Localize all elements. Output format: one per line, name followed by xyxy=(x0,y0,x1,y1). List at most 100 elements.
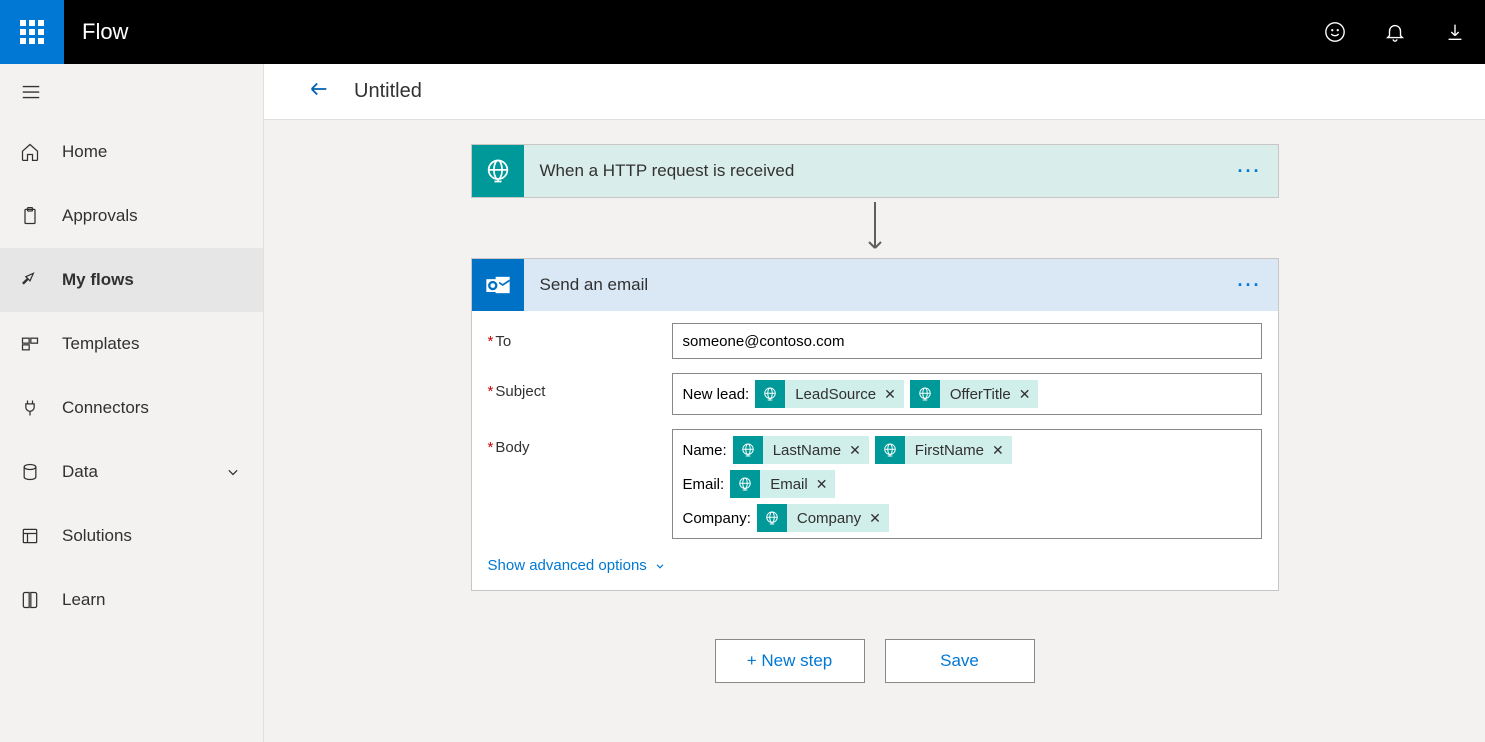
arrow-left-icon xyxy=(308,78,330,100)
to-input[interactable]: someone@contoso.com xyxy=(672,323,1262,359)
book-icon xyxy=(20,590,40,610)
sidebar-item-data[interactable]: Data xyxy=(0,440,263,504)
token-remove[interactable]: ✕ xyxy=(849,442,869,459)
body-input[interactable]: Name:LastName✕FirstName✕Email:Email✕Comp… xyxy=(672,429,1262,539)
dynamic-token[interactable]: OfferTitle✕ xyxy=(910,380,1039,408)
action-card[interactable]: Send an email ··· *To someone@contoso.co… xyxy=(471,258,1279,591)
outlook-icon xyxy=(472,259,524,311)
download-icon xyxy=(1444,21,1466,43)
token-label: LastName xyxy=(763,442,849,459)
templates-icon xyxy=(20,334,40,354)
action-title: Send an email xyxy=(524,275,649,295)
chevron-down-icon xyxy=(653,559,667,573)
token-remove[interactable]: ✕ xyxy=(884,386,904,403)
trigger-title: When a HTTP request is received xyxy=(524,161,795,181)
token-label: LeadSource xyxy=(785,386,884,403)
to-value: someone@contoso.com xyxy=(683,333,845,350)
footer-buttons: + New step Save xyxy=(280,639,1469,683)
sidebar-item-label: Connectors xyxy=(62,398,149,418)
token-label: FirstName xyxy=(905,442,992,459)
sidebar-item-label: Data xyxy=(62,462,98,482)
designer-canvas: When a HTTP request is received ··· Send… xyxy=(264,120,1485,742)
clipboard-icon xyxy=(20,206,40,226)
sidebar-item-label: Home xyxy=(62,142,107,162)
trigger-card[interactable]: When a HTTP request is received ··· xyxy=(471,144,1279,198)
save-button[interactable]: Save xyxy=(885,639,1035,683)
title-bar: Untitled xyxy=(264,64,1485,120)
hamburger-icon xyxy=(20,81,42,103)
dynamic-token[interactable]: Email✕ xyxy=(730,470,835,498)
action-card-header[interactable]: Send an email ··· xyxy=(472,259,1278,311)
token-label: OfferTitle xyxy=(940,386,1019,403)
sidebar-item-connectors[interactable]: Connectors xyxy=(0,376,263,440)
trigger-card-header[interactable]: When a HTTP request is received ··· xyxy=(472,145,1278,197)
body-line-prefix: Company: xyxy=(683,510,751,527)
flow-title[interactable]: Untitled xyxy=(354,80,422,103)
sidebar-item-my-flows[interactable]: My flows xyxy=(0,248,263,312)
action-form: *To someone@contoso.com *Subject New lea… xyxy=(472,311,1278,590)
chevron-down-icon xyxy=(223,462,243,482)
show-advanced-link[interactable]: Show advanced options xyxy=(488,553,667,582)
top-bar: Flow xyxy=(0,0,1485,64)
token-remove[interactable]: ✕ xyxy=(816,476,836,493)
subject-input[interactable]: New lead: LeadSource✕OfferTitle✕ xyxy=(672,373,1262,415)
back-button[interactable] xyxy=(308,78,330,105)
globe-icon xyxy=(730,470,760,498)
subject-prefix: New lead: xyxy=(683,386,750,403)
field-body: *Body Name:LastName✕FirstName✕Email:Emai… xyxy=(488,429,1262,539)
sidebar-item-solutions[interactable]: Solutions xyxy=(0,504,263,568)
main-area: Untitled When a HTTP request is received… xyxy=(264,64,1485,742)
body-line: Email: Email✕ xyxy=(683,470,836,498)
brand-title: Flow xyxy=(64,19,128,45)
field-to: *To someone@contoso.com xyxy=(488,323,1262,359)
body-line-prefix: Email: xyxy=(683,476,725,493)
http-icon xyxy=(472,145,524,197)
token-label: Email xyxy=(760,476,816,493)
globe-icon xyxy=(875,436,905,464)
download-button[interactable] xyxy=(1425,0,1485,64)
dynamic-token[interactable]: Company✕ xyxy=(757,504,889,532)
sidebar-item-templates[interactable]: Templates xyxy=(0,312,263,376)
connector-arrow xyxy=(280,198,1469,258)
smiley-icon xyxy=(1324,21,1346,43)
sidebar-item-label: Learn xyxy=(62,590,105,610)
body-line: Company: Company✕ xyxy=(683,504,889,532)
to-label: To xyxy=(495,333,511,350)
sidebar-toggle[interactable] xyxy=(0,64,263,120)
sidebar-item-label: My flows xyxy=(62,270,134,290)
action-menu-button[interactable]: ··· xyxy=(1238,275,1262,296)
plug-icon xyxy=(20,398,40,418)
sidebar-item-label: Templates xyxy=(62,334,139,354)
dynamic-token[interactable]: LeadSource✕ xyxy=(755,380,904,408)
field-subject: *Subject New lead: LeadSource✕OfferTitle… xyxy=(488,373,1262,415)
globe-icon xyxy=(733,436,763,464)
app-launcher-button[interactable] xyxy=(0,0,64,64)
sidebar: Home Approvals My flows Templates Connec… xyxy=(0,64,264,742)
globe-icon xyxy=(755,380,785,408)
new-step-button[interactable]: + New step xyxy=(715,639,865,683)
subject-label: Subject xyxy=(495,383,545,400)
feedback-button[interactable] xyxy=(1305,0,1365,64)
body-label: Body xyxy=(495,439,529,456)
sidebar-item-label: Solutions xyxy=(62,526,132,546)
body-line-prefix: Name: xyxy=(683,442,727,459)
globe-icon xyxy=(910,380,940,408)
sidebar-item-learn[interactable]: Learn xyxy=(0,568,263,632)
dynamic-token[interactable]: LastName✕ xyxy=(733,436,869,464)
token-remove[interactable]: ✕ xyxy=(1019,386,1039,403)
globe-icon xyxy=(757,504,787,532)
sidebar-item-approvals[interactable]: Approvals xyxy=(0,184,263,248)
notifications-button[interactable] xyxy=(1365,0,1425,64)
home-icon xyxy=(20,142,40,162)
token-label: Company xyxy=(787,510,869,527)
body-line: Name:LastName✕FirstName✕ xyxy=(683,436,1012,464)
sidebar-item-label: Approvals xyxy=(62,206,138,226)
token-remove[interactable]: ✕ xyxy=(992,442,1012,459)
trigger-menu-button[interactable]: ··· xyxy=(1238,161,1262,182)
sidebar-item-home[interactable]: Home xyxy=(0,120,263,184)
token-remove[interactable]: ✕ xyxy=(869,510,889,527)
database-icon xyxy=(20,462,40,482)
waffle-icon xyxy=(20,20,44,44)
bell-icon xyxy=(1384,21,1406,43)
dynamic-token[interactable]: FirstName✕ xyxy=(875,436,1012,464)
